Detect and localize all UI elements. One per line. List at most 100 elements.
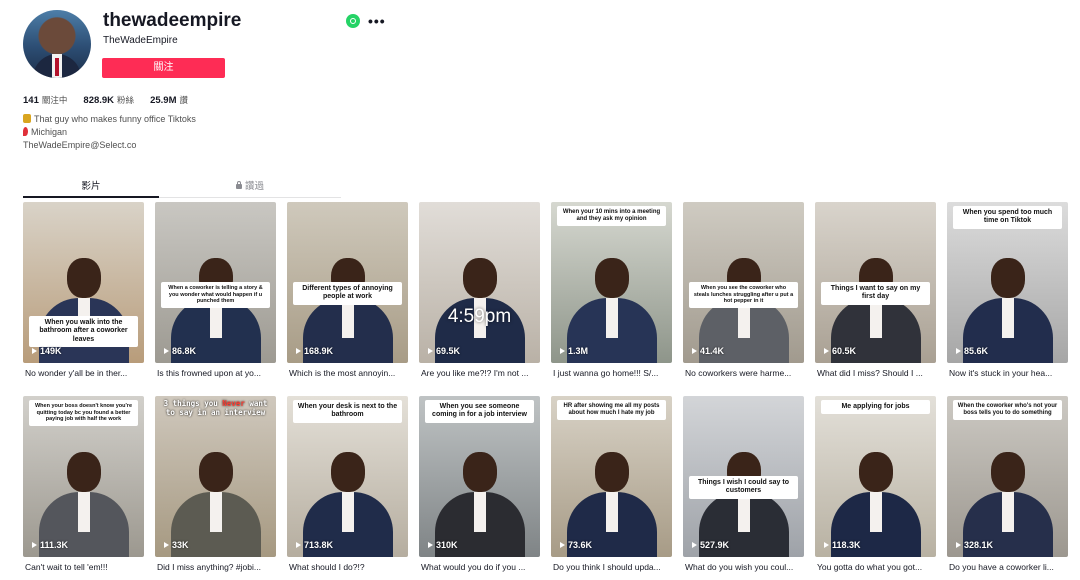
view-count: 310K [428, 540, 458, 550]
video-overlay-text: When the coworker who's not your boss te… [953, 400, 1062, 421]
video-thumbnail[interactable]: Things I want to say on my first day 60.5… [815, 202, 936, 363]
video-caption[interactable]: Are you like me?!? I'm not ... [421, 368, 542, 378]
video-thumbnail[interactable]: Things I wish I could say to customers 52… [683, 396, 804, 557]
video-overlay-text: Things I want to say on my first day [821, 282, 930, 305]
video-overlay-text: Me applying for jobs [821, 400, 930, 415]
profile-avatar[interactable] [23, 10, 91, 78]
whatsapp-share-icon[interactable] [346, 14, 360, 28]
follow-button[interactable]: 關注 [102, 58, 225, 78]
video-caption[interactable]: What would you do if you ... [421, 562, 542, 572]
view-count: 111.3K [32, 540, 68, 550]
bio-line: That guy who makes funny office Tiktoks [23, 114, 196, 124]
video-thumbnail[interactable]: Me applying for jobs 118.3K [815, 396, 936, 557]
video-thumbnail[interactable]: Different types of annoying people at wo… [287, 202, 408, 363]
view-count: 41.4K [692, 346, 724, 356]
video-thumbnail[interactable]: When the coworker who's not your boss te… [947, 396, 1068, 557]
video-caption[interactable]: What did I miss? Should I ... [817, 368, 938, 378]
video-caption[interactable]: I just wanna go home!!! S/... [553, 368, 674, 378]
person-shirt [606, 492, 618, 532]
video-overlay-text: When you see someone coming in for a job… [425, 400, 534, 423]
view-count: 33K [164, 540, 189, 550]
view-count: 1.3M [560, 346, 588, 356]
view-count: 60.5K [824, 346, 856, 356]
person-head [991, 258, 1025, 298]
video-thumbnail[interactable]: 3 things you Never want to say in an int… [155, 396, 276, 557]
medal-emoji-icon [23, 114, 31, 123]
video-overlay-text: Things I wish I could say to customers [689, 476, 798, 499]
person-shirt [606, 298, 618, 338]
video-caption[interactable]: No wonder y'all be in ther... [25, 368, 146, 378]
view-count: 713.8K [296, 540, 333, 550]
video-overlay-text: When you spend too much time on Tiktok [953, 206, 1062, 229]
bio-line: TheWadeEmpire@Select.co [23, 140, 136, 150]
video-overlay-text: When you walk into the bathroom after a … [29, 316, 138, 348]
person-shirt [342, 492, 354, 532]
video-thumbnail[interactable]: When your 10 mins into a meeting and the… [551, 202, 672, 363]
video-caption[interactable]: Can't wait to tell 'em!!! [25, 562, 146, 572]
video-caption[interactable]: Do you have a coworker li... [949, 562, 1070, 572]
followers-count[interactable]: 828.9K [83, 95, 114, 106]
video-thumbnail[interactable]: When a coworker is telling a story & you… [155, 202, 276, 363]
location-pin-emoji-icon [23, 127, 28, 136]
active-tab-indicator [23, 196, 159, 198]
view-count: 149K [32, 346, 62, 356]
likes-label: 讚 [179, 96, 189, 106]
person-head [67, 258, 101, 298]
bio-email: TheWadeEmpire@Select.co [23, 140, 137, 150]
person-head [595, 452, 629, 492]
person-head [595, 258, 629, 298]
video-overlay-time: 4:59pm [447, 306, 512, 327]
following-label[interactable]: 關注中 [42, 96, 68, 106]
video-overlay-text: When you see the coworker who steals lun… [689, 282, 798, 308]
person-shirt [870, 492, 882, 532]
video-thumbnail[interactable]: When your boss doesn't know you're quitt… [23, 396, 144, 557]
video-thumbnail[interactable]: When your desk is next to the bathroom 71… [287, 396, 408, 557]
person-head [991, 452, 1025, 492]
video-caption[interactable]: What should I do?!? [289, 562, 410, 572]
following-count[interactable]: 141 [23, 95, 39, 106]
view-count: 168.9K [296, 346, 333, 356]
video-thumbnail[interactable]: When you walk into the bathroom after a … [23, 202, 144, 363]
video-overlay-emphasis: Never [222, 399, 245, 408]
more-options-icon[interactable]: ••• [368, 13, 386, 29]
tab-videos[interactable]: 影片 [23, 178, 159, 196]
view-count: 69.5K [428, 346, 460, 356]
video-overlay-text: Different types of annoying people at wo… [293, 282, 402, 305]
lock-icon [235, 181, 242, 189]
bio-text: Michigan [31, 127, 68, 137]
view-count: 527.9K [692, 540, 729, 550]
likes-count: 25.9M [150, 95, 177, 106]
video-caption[interactable]: Did I miss anything? #jobi... [157, 562, 278, 572]
video-caption[interactable]: Now it's stuck in your hea... [949, 368, 1070, 378]
view-count: 328.1K [956, 540, 993, 550]
profile-nickname: TheWadeEmpire [103, 35, 178, 46]
person-head [199, 452, 233, 492]
person-shirt [1002, 298, 1014, 338]
video-thumbnail[interactable]: 4:59pm 69.5K [419, 202, 540, 363]
video-caption[interactable]: Is this frowned upon at yo... [157, 368, 278, 378]
video-caption[interactable]: You gotta do what you got... [817, 562, 938, 572]
followers-label[interactable]: 粉絲 [117, 96, 134, 106]
video-overlay-text: When your desk is next to the bathroom [293, 400, 402, 423]
person-shirt [210, 492, 222, 532]
person-head [331, 452, 365, 492]
person-head [859, 452, 893, 492]
video-overlay-text: When your 10 mins into a meeting and the… [557, 206, 666, 227]
person-head [463, 452, 497, 492]
video-caption[interactable]: Which is the most annoyin... [289, 368, 410, 378]
video-thumbnail[interactable]: When you see the coworker who steals lun… [683, 202, 804, 363]
tab-liked[interactable]: 讚過 [182, 178, 318, 196]
video-caption[interactable]: No coworkers were harme... [685, 368, 806, 378]
tab-videos-label: 影片 [81, 181, 101, 192]
video-overlay-text: When a coworker is telling a story & you… [161, 282, 270, 308]
video-caption[interactable]: What do you wish you coul... [685, 562, 806, 572]
bio-text: That guy who makes funny office Tiktoks [34, 114, 196, 124]
view-count: 85.6K [956, 346, 988, 356]
video-caption[interactable]: Do you think I should upda... [553, 562, 674, 572]
video-thumbnail[interactable]: When you spend too much time on Tiktok 85… [947, 202, 1068, 363]
video-overlay-text: 3 things you Never want to say in an int… [163, 399, 268, 418]
bio-line: Michigan [23, 127, 67, 137]
video-thumbnail[interactable]: When you see someone coming in for a job… [419, 396, 540, 557]
video-thumbnail[interactable]: HR after showing me all my posts about h… [551, 396, 672, 557]
person-head [67, 452, 101, 492]
